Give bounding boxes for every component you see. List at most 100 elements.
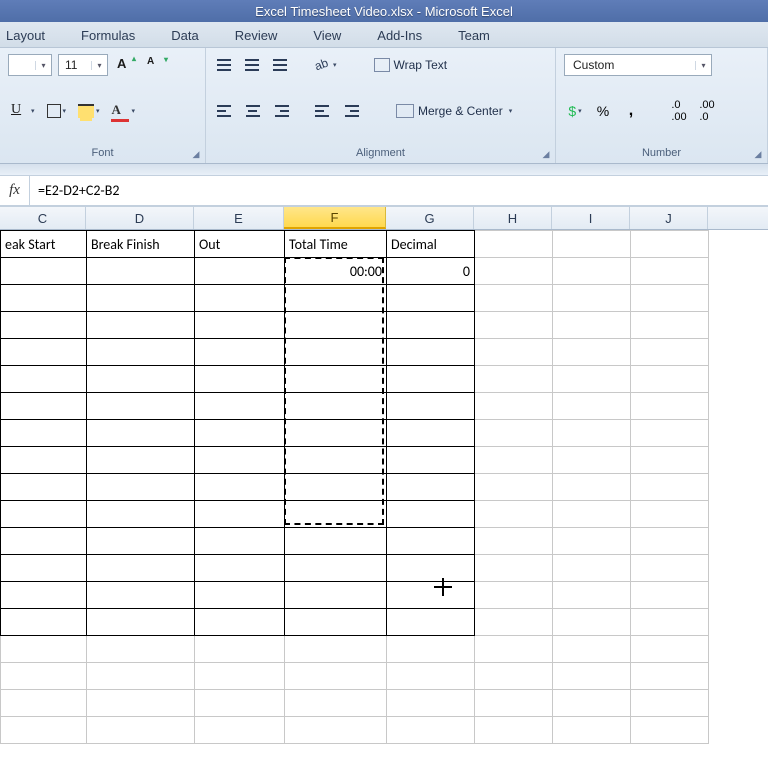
cell[interactable] xyxy=(475,690,553,717)
cell[interactable] xyxy=(195,528,285,555)
fx-icon[interactable]: fx xyxy=(0,176,30,205)
cell[interactable] xyxy=(87,339,195,366)
cell[interactable]: 0 xyxy=(387,258,475,285)
decrease-decimal-button[interactable]: .00.0 xyxy=(696,100,718,122)
header-cell[interactable]: Out xyxy=(195,231,285,258)
cell[interactable] xyxy=(387,501,475,528)
align-center-button[interactable] xyxy=(242,100,264,122)
cell[interactable] xyxy=(1,285,87,312)
tab-data[interactable]: Data xyxy=(153,24,216,47)
formula-input[interactable] xyxy=(30,182,768,199)
cell[interactable] xyxy=(285,447,387,474)
cell[interactable] xyxy=(631,258,709,285)
header-cell[interactable]: Break Finish xyxy=(87,231,195,258)
font-size-combo[interactable]: 11▾ xyxy=(58,54,108,76)
cell[interactable] xyxy=(631,717,709,744)
cell[interactable] xyxy=(387,582,475,609)
cell[interactable] xyxy=(195,582,285,609)
cell[interactable] xyxy=(195,501,285,528)
cell[interactable] xyxy=(195,663,285,690)
cell[interactable] xyxy=(553,393,631,420)
cell[interactable] xyxy=(1,609,87,636)
cell[interactable] xyxy=(285,501,387,528)
number-format-combo[interactable]: Custom▾ xyxy=(564,54,712,76)
cell[interactable] xyxy=(387,447,475,474)
cell[interactable] xyxy=(285,366,387,393)
header-cell[interactable]: Decimal xyxy=(387,231,475,258)
alignment-dialog-launcher-icon[interactable]: ◢ xyxy=(539,147,553,161)
increase-indent-button[interactable] xyxy=(340,100,362,122)
cell[interactable] xyxy=(475,312,553,339)
cell[interactable] xyxy=(553,636,631,663)
cell[interactable] xyxy=(553,312,631,339)
align-right-button[interactable] xyxy=(270,100,292,122)
wrap-text-button[interactable]: Wrap Text xyxy=(370,54,452,76)
cell[interactable] xyxy=(195,258,285,285)
header-cell[interactable]: eak Start xyxy=(1,231,87,258)
cell[interactable] xyxy=(387,663,475,690)
cell[interactable] xyxy=(553,258,631,285)
cell[interactable]: 00:00 xyxy=(285,258,387,285)
cell[interactable] xyxy=(1,474,87,501)
cell[interactable] xyxy=(87,609,195,636)
column-header-D[interactable]: D xyxy=(86,207,194,229)
cell[interactable] xyxy=(387,339,475,366)
underline-button[interactable]: U▾ xyxy=(8,100,38,122)
cell[interactable] xyxy=(87,555,195,582)
cell[interactable] xyxy=(631,528,709,555)
cell[interactable] xyxy=(631,393,709,420)
cell[interactable] xyxy=(285,609,387,636)
cell[interactable] xyxy=(631,420,709,447)
cell[interactable] xyxy=(87,312,195,339)
cell[interactable] xyxy=(195,447,285,474)
cell[interactable] xyxy=(1,690,87,717)
cell[interactable] xyxy=(285,339,387,366)
cell[interactable] xyxy=(387,312,475,339)
cell[interactable] xyxy=(1,393,87,420)
header-cell[interactable]: Total Time xyxy=(285,231,387,258)
cell[interactable] xyxy=(285,312,387,339)
cell[interactable] xyxy=(285,285,387,312)
cell[interactable] xyxy=(1,339,87,366)
cell[interactable] xyxy=(195,312,285,339)
cell[interactable] xyxy=(195,717,285,744)
cell[interactable] xyxy=(387,717,475,744)
column-header-I[interactable]: I xyxy=(552,207,630,229)
align-left-button[interactable] xyxy=(214,100,236,122)
cell[interactable] xyxy=(553,366,631,393)
cell[interactable] xyxy=(195,420,285,447)
cell[interactable] xyxy=(195,285,285,312)
column-header-E[interactable]: E xyxy=(194,207,284,229)
cell[interactable] xyxy=(285,393,387,420)
cell[interactable] xyxy=(553,717,631,744)
column-header-C[interactable]: C xyxy=(0,207,86,229)
borders-button[interactable]: ▾ xyxy=(44,100,70,122)
font-dialog-launcher-icon[interactable]: ◢ xyxy=(189,147,203,161)
cell[interactable] xyxy=(195,393,285,420)
cell[interactable] xyxy=(285,555,387,582)
shrink-font-button[interactable]: A xyxy=(144,54,168,76)
cell[interactable] xyxy=(87,717,195,744)
tab-addins[interactable]: Add-Ins xyxy=(359,24,440,47)
cell[interactable] xyxy=(553,582,631,609)
cell[interactable] xyxy=(631,663,709,690)
cell[interactable] xyxy=(475,555,553,582)
cell[interactable] xyxy=(475,582,553,609)
cell[interactable] xyxy=(195,474,285,501)
header-cell[interactable] xyxy=(553,231,631,258)
cell[interactable] xyxy=(195,555,285,582)
cell[interactable] xyxy=(553,501,631,528)
header-cell[interactable] xyxy=(475,231,553,258)
cell[interactable] xyxy=(87,420,195,447)
cell[interactable] xyxy=(553,528,631,555)
cell[interactable] xyxy=(87,528,195,555)
decrease-indent-button[interactable] xyxy=(312,100,334,122)
cell[interactable] xyxy=(475,609,553,636)
cell[interactable] xyxy=(1,717,87,744)
cell[interactable] xyxy=(387,420,475,447)
cell[interactable] xyxy=(475,663,553,690)
orientation-button[interactable]: ab▾ xyxy=(312,54,340,76)
cell[interactable] xyxy=(285,528,387,555)
cell[interactable] xyxy=(475,339,553,366)
cell[interactable] xyxy=(87,447,195,474)
